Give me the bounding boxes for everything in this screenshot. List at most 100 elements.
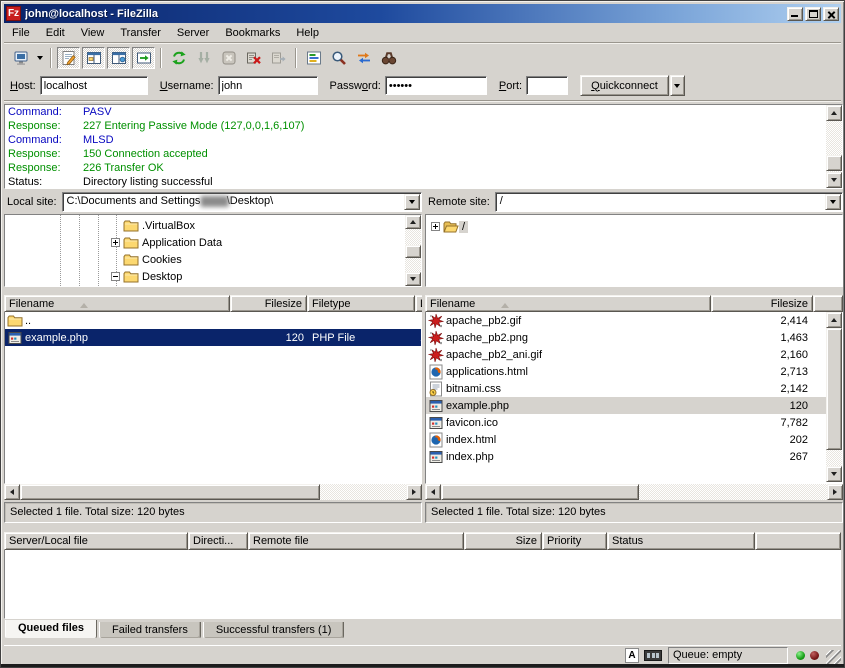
remote-list-scrollbar[interactable] bbox=[826, 312, 842, 482]
scroll-up-button[interactable] bbox=[826, 105, 842, 121]
quickconnect-button[interactable]: Quickconnect bbox=[580, 75, 669, 96]
host-input[interactable] bbox=[40, 76, 148, 95]
column-header-l[interactable]: L bbox=[415, 295, 422, 312]
file-row--[interactable]: .. bbox=[5, 312, 421, 329]
maximize-button[interactable] bbox=[805, 7, 821, 21]
tree-item-cookies[interactable]: Cookies bbox=[111, 251, 185, 268]
queue-column-status[interactable]: Status bbox=[607, 532, 755, 550]
file-row-bitnami-css[interactable]: bitnami.css2,142 bbox=[426, 380, 842, 397]
toggle-local-tree-button[interactable] bbox=[82, 47, 105, 69]
tab-failed-transfers[interactable]: Failed transfers bbox=[99, 622, 201, 639]
queue-column-server-local-file[interactable]: Server/Local file bbox=[4, 532, 188, 550]
scroll-right-button[interactable] bbox=[827, 484, 843, 500]
file-name: applications.html bbox=[446, 366, 528, 378]
column-header-filename[interactable]: Filename bbox=[4, 295, 230, 312]
column-header-filesize[interactable]: Filesize bbox=[230, 295, 307, 312]
directory-filter-button[interactable] bbox=[302, 47, 325, 69]
local-tree-scrollbar[interactable] bbox=[405, 215, 421, 286]
local-path-dropdown[interactable] bbox=[404, 194, 420, 210]
menu-help[interactable]: Help bbox=[288, 24, 327, 42]
column-header-label: Filename bbox=[430, 298, 475, 310]
menu-edit[interactable]: Edit bbox=[38, 24, 73, 42]
tree-item-application-data[interactable]: Application Data bbox=[111, 234, 225, 251]
expand-icon[interactable] bbox=[111, 238, 120, 247]
scroll-left-button[interactable] bbox=[4, 484, 20, 500]
remote-path-combo[interactable]: / bbox=[495, 192, 843, 212]
collapse-icon[interactable] bbox=[111, 272, 120, 281]
scroll-down-button[interactable] bbox=[826, 172, 842, 188]
scroll-down-button[interactable] bbox=[405, 272, 421, 286]
password-input[interactable] bbox=[385, 76, 487, 95]
column-header-filetype[interactable]: Filetype bbox=[307, 295, 415, 312]
scrollbar-thumb[interactable] bbox=[441, 484, 639, 500]
tree-item-root[interactable]: / bbox=[431, 218, 468, 235]
reconnect-button[interactable] bbox=[267, 47, 290, 69]
menu-file[interactable]: File bbox=[4, 24, 38, 42]
file-row-applications-html[interactable]: applications.html2,713 bbox=[426, 363, 842, 380]
refresh-button[interactable] bbox=[167, 47, 190, 69]
scroll-left-button[interactable] bbox=[425, 484, 441, 500]
tab-successful-transfers-1-[interactable]: Successful transfers (1) bbox=[203, 622, 345, 639]
file-icon bbox=[428, 330, 444, 346]
file-row-favicon-ico[interactable]: favicon.ico7,782 bbox=[426, 414, 842, 431]
file-row-apache-pb2-png[interactable]: apache_pb2.png1,463 bbox=[426, 329, 842, 346]
file-row-example-php[interactable]: example.php120PHP File1 bbox=[5, 329, 421, 346]
file-size-cell: 2,142 bbox=[712, 380, 812, 397]
queue-column-priority[interactable]: Priority bbox=[542, 532, 607, 550]
scrollbar-thumb[interactable] bbox=[826, 328, 842, 450]
sort-ascending-icon bbox=[80, 299, 88, 308]
menu-server[interactable]: Server bbox=[169, 24, 217, 42]
find-files-button[interactable] bbox=[377, 47, 400, 69]
remote-path-dropdown[interactable] bbox=[825, 194, 841, 210]
tree-item--virtualbox[interactable]: .VirtualBox bbox=[111, 217, 198, 234]
scrollbar-thumb[interactable] bbox=[826, 155, 842, 171]
process-queue-button[interactable] bbox=[192, 47, 215, 69]
toggle-remote-tree-button[interactable] bbox=[107, 47, 130, 69]
menu-view[interactable]: View bbox=[73, 24, 113, 42]
queue-column-remote-file[interactable]: Remote file bbox=[248, 532, 464, 550]
scrollbar-thumb[interactable] bbox=[20, 484, 320, 500]
site-manager-button[interactable] bbox=[9, 47, 32, 69]
directory-comparison-button[interactable] bbox=[327, 47, 350, 69]
file-row-apache-pb2-ani-gif[interactable]: apache_pb2_ani.gif2,160 bbox=[426, 346, 842, 363]
file-modified-cell bbox=[416, 312, 422, 329]
menu-transfer[interactable]: Transfer bbox=[112, 24, 169, 42]
toggle-message-log-button[interactable] bbox=[57, 47, 80, 69]
column-header-filesize[interactable]: Filesize bbox=[711, 295, 813, 312]
file-row-index-php[interactable]: index.php267 bbox=[426, 448, 842, 465]
site-manager-dropdown[interactable] bbox=[33, 47, 46, 69]
file-row-apache-pb2-gif[interactable]: apache_pb2.gif2,414 bbox=[426, 312, 842, 329]
scroll-up-button[interactable] bbox=[405, 215, 421, 229]
tree-item-label: Cookies bbox=[139, 254, 185, 266]
file-row-example-php[interactable]: example.php120 bbox=[426, 397, 842, 414]
scroll-right-button[interactable] bbox=[406, 484, 422, 500]
cancel-button[interactable] bbox=[217, 47, 240, 69]
tab-queued-files[interactable]: Queued files bbox=[5, 620, 97, 639]
username-input[interactable] bbox=[218, 76, 318, 95]
column-header-filename[interactable]: Filename bbox=[425, 295, 711, 312]
disconnect-button[interactable] bbox=[242, 47, 265, 69]
quickconnect-dropdown[interactable] bbox=[670, 75, 685, 96]
log-scrollbar[interactable] bbox=[826, 105, 842, 188]
file-icon bbox=[428, 313, 444, 329]
synchronized-browsing-button[interactable] bbox=[352, 47, 375, 69]
local-path-combo[interactable]: C:\Documents and Settings██████\Desktop\ bbox=[62, 192, 422, 212]
queue-column-size[interactable]: Size bbox=[464, 532, 542, 550]
scroll-down-button[interactable] bbox=[826, 466, 842, 482]
resize-grip[interactable] bbox=[826, 650, 841, 665]
file-size-cell: 120 bbox=[231, 329, 308, 346]
file-row-index-html[interactable]: index.html202 bbox=[426, 431, 842, 448]
expand-icon[interactable] bbox=[431, 222, 440, 231]
port-input[interactable] bbox=[526, 76, 568, 95]
remote-list-hscrollbar[interactable] bbox=[425, 484, 843, 500]
queue-column-directi-[interactable]: Directi... bbox=[188, 532, 248, 550]
local-list-hscrollbar[interactable] bbox=[4, 484, 422, 500]
minimize-button[interactable] bbox=[787, 7, 803, 21]
menu-bookmarks[interactable]: Bookmarks bbox=[217, 24, 288, 42]
scrollbar-thumb[interactable] bbox=[405, 245, 421, 258]
scroll-up-button[interactable] bbox=[826, 312, 842, 328]
toggle-remote-tree-icon bbox=[111, 50, 127, 66]
tree-item-desktop[interactable]: Desktop bbox=[111, 268, 185, 285]
close-button[interactable] bbox=[823, 7, 839, 21]
toggle-transfer-queue-button[interactable] bbox=[132, 47, 155, 69]
